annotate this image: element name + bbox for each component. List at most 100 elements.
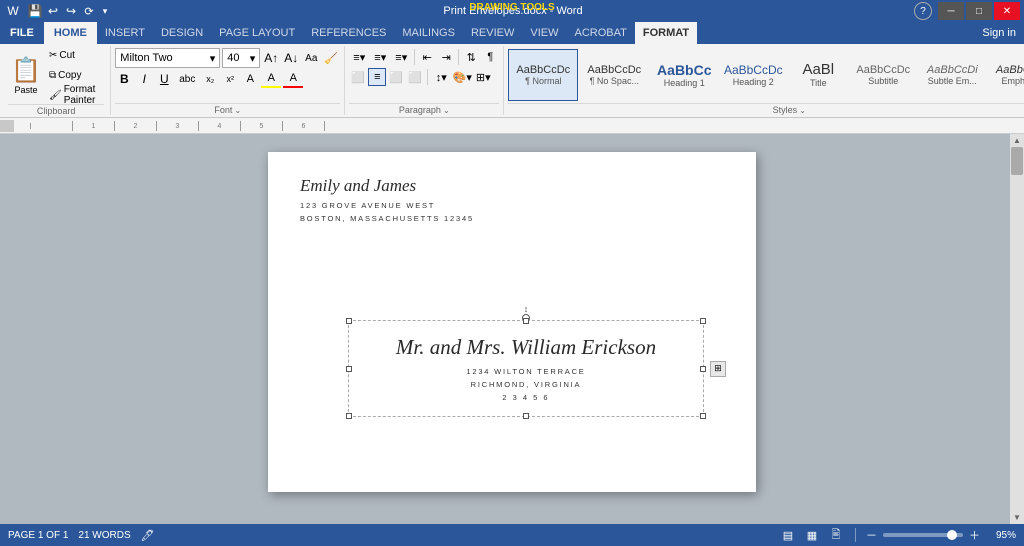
zoom-level: 95%	[986, 530, 1016, 541]
subscript-button[interactable]: x₂	[201, 70, 219, 88]
font-dialog-launcher[interactable]: ⌄	[234, 106, 241, 115]
corner-handle-br[interactable]	[700, 413, 706, 419]
style-title[interactable]: AaBl Title	[788, 49, 848, 101]
corner-handle-ml[interactable]	[346, 366, 352, 372]
show-formatting-button[interactable]: ¶	[481, 48, 499, 66]
qat-redo[interactable]: ↪	[62, 2, 80, 20]
bullets-button[interactable]: ≡▾	[349, 48, 369, 66]
clipboard-group: 📋 Paste ✂ Cut ⧉ Copy 🖌 Format Painter Cl…	[2, 46, 111, 115]
style-subtitle[interactable]: AaBbCcDc Subtitle	[849, 49, 917, 101]
zoom-in-button[interactable]: ＋	[969, 527, 980, 543]
format-painter-button[interactable]: 🖌 Format Painter	[46, 86, 104, 104]
corner-handle-tr[interactable]	[700, 318, 706, 324]
paste-label: Paste	[14, 85, 37, 95]
font-label: Font ⌄	[115, 103, 340, 115]
numbering-button[interactable]: ≡▾	[370, 48, 390, 66]
italic-button[interactable]: I	[135, 70, 153, 88]
increase-indent-button[interactable]: ⇥	[437, 48, 455, 66]
font-case-button[interactable]: Aa	[302, 49, 320, 67]
font-color-button[interactable]: A	[283, 70, 303, 88]
vertical-scrollbar[interactable]: ▲ ▼	[1010, 134, 1024, 524]
tab-references[interactable]: REFERENCES	[303, 22, 394, 44]
tab-home[interactable]: HOME	[44, 22, 97, 44]
qat-dropdown[interactable]: ▾	[98, 2, 112, 20]
help-button[interactable]: ?	[914, 2, 932, 20]
style-heading1[interactable]: AaBbCc Heading 1	[650, 49, 718, 101]
shading-button[interactable]: 🎨▾	[452, 68, 472, 86]
app-icon[interactable]: W	[4, 2, 22, 20]
scrollbar-thumb[interactable]	[1011, 147, 1023, 175]
justify-button[interactable]: ⬜	[406, 68, 424, 86]
borders-button[interactable]: ⊞▾	[473, 68, 493, 86]
ribbon-content: 📋 Paste ✂ Cut ⧉ Copy 🖌 Format Painter Cl…	[0, 44, 1024, 118]
tab-file[interactable]: FILE	[0, 22, 44, 44]
return-address-line2: BOSTON, MASSACHUSETTS 12345	[300, 213, 724, 226]
document-area: Emily and James 123 GROVE AVENUE WEST BO…	[0, 134, 1024, 524]
tab-insert[interactable]: INSERT	[97, 22, 153, 44]
superscript-button[interactable]: x²	[221, 70, 239, 88]
recipient-name: Mr. and Mrs. William Erickson	[369, 335, 683, 360]
paragraph-dialog-launcher[interactable]: ⌄	[443, 106, 450, 115]
qat-undo[interactable]: ↩	[44, 2, 62, 20]
zoom-slider[interactable]	[883, 533, 963, 537]
cut-icon: ✂	[49, 50, 57, 61]
corner-handle-mr[interactable]	[700, 366, 706, 372]
tab-acrobat[interactable]: ACROBAT	[566, 22, 634, 44]
tab-format[interactable]: FORMAT	[635, 22, 697, 44]
align-right-button[interactable]: ⬜	[387, 68, 405, 86]
corner-handle-bm[interactable]	[523, 413, 529, 419]
style-no-spacing[interactable]: AaBbCcDc ¶ No Spac...	[579, 49, 649, 101]
underline-button[interactable]: U	[155, 70, 173, 88]
style-normal[interactable]: AaBbCcDc ¶ Normal	[508, 49, 578, 101]
strikethrough-button[interactable]: abc	[175, 70, 199, 88]
cut-button[interactable]: ✂ Cut	[46, 46, 104, 64]
corner-handle-tm[interactable]	[523, 318, 529, 324]
align-left-button[interactable]: ⬜	[349, 68, 367, 86]
multilevel-button[interactable]: ≡▾	[391, 48, 411, 66]
clear-format-button[interactable]: 🧹	[322, 49, 340, 67]
zoom-out-button[interactable]: －	[866, 527, 877, 543]
tab-mailings[interactable]: MAILINGS	[394, 22, 463, 44]
style-subtle-emphasis[interactable]: AaBbCcDi Subtle Em...	[918, 49, 986, 101]
text-effect-button[interactable]: A	[241, 70, 259, 88]
styles-dialog-launcher[interactable]: ⌄	[799, 106, 806, 115]
page-info: PAGE 1 OF 1	[8, 530, 68, 541]
style-heading2[interactable]: AaBbCcDc Heading 2	[719, 49, 787, 101]
recipient-textbox[interactable]: ↕ Mr. and Mrs. William Erickson 1234 WIL…	[348, 320, 704, 417]
tab-page-layout[interactable]: PAGE LAYOUT	[211, 22, 303, 44]
increase-font-button[interactable]: A↑	[262, 49, 280, 67]
return-name: Emily and James	[300, 176, 724, 196]
decrease-font-button[interactable]: A↓	[282, 49, 300, 67]
copy-button[interactable]: ⧉ Copy	[46, 66, 104, 84]
style-emphasis[interactable]: AaBbCcDi Emphasis	[987, 49, 1024, 101]
sign-in-button[interactable]: Sign in	[982, 27, 1024, 39]
highlight-button[interactable]: A	[261, 70, 281, 88]
qat-refresh[interactable]: ⟳	[80, 2, 98, 20]
decrease-indent-button[interactable]: ⇤	[418, 48, 436, 66]
align-center-button[interactable]: ≡	[368, 68, 386, 86]
copy-icon: ⧉	[49, 70, 56, 81]
sort-button[interactable]: ⇅	[462, 48, 480, 66]
tab-review[interactable]: REVIEW	[463, 22, 522, 44]
left-margin	[0, 134, 18, 524]
corner-handle-bl[interactable]	[346, 413, 352, 419]
paste-button[interactable]: 📋 Paste	[8, 48, 44, 102]
view-web-layout[interactable]: 🖹	[827, 527, 845, 543]
font-size-selector[interactable]: 40 ▾	[222, 48, 260, 68]
zoom-slider-thumb[interactable]	[947, 530, 957, 540]
tab-design[interactable]: DESIGN	[153, 22, 211, 44]
ribbon-tabs: FILE HOME INSERT DESIGN PAGE LAYOUT REFE…	[0, 22, 1024, 44]
qat-save[interactable]: 💾	[26, 2, 44, 20]
minimize-button[interactable]: ─	[938, 2, 964, 20]
restore-button[interactable]: □	[966, 2, 992, 20]
tab-view[interactable]: VIEW	[522, 22, 566, 44]
font-name-selector[interactable]: Milton Two ▾	[115, 48, 220, 68]
close-button[interactable]: ✕	[994, 2, 1020, 20]
line-spacing-button[interactable]: ↕▾	[431, 68, 451, 86]
view-full-reading[interactable]: ▦	[803, 527, 821, 543]
layout-options-button[interactable]: ⊞	[710, 361, 726, 377]
bold-button[interactable]: B	[115, 70, 133, 88]
proofing-icon[interactable]: 🖊	[141, 529, 155, 542]
corner-handle-tl[interactable]	[346, 318, 352, 324]
view-print-layout[interactable]: ▤	[779, 527, 797, 543]
